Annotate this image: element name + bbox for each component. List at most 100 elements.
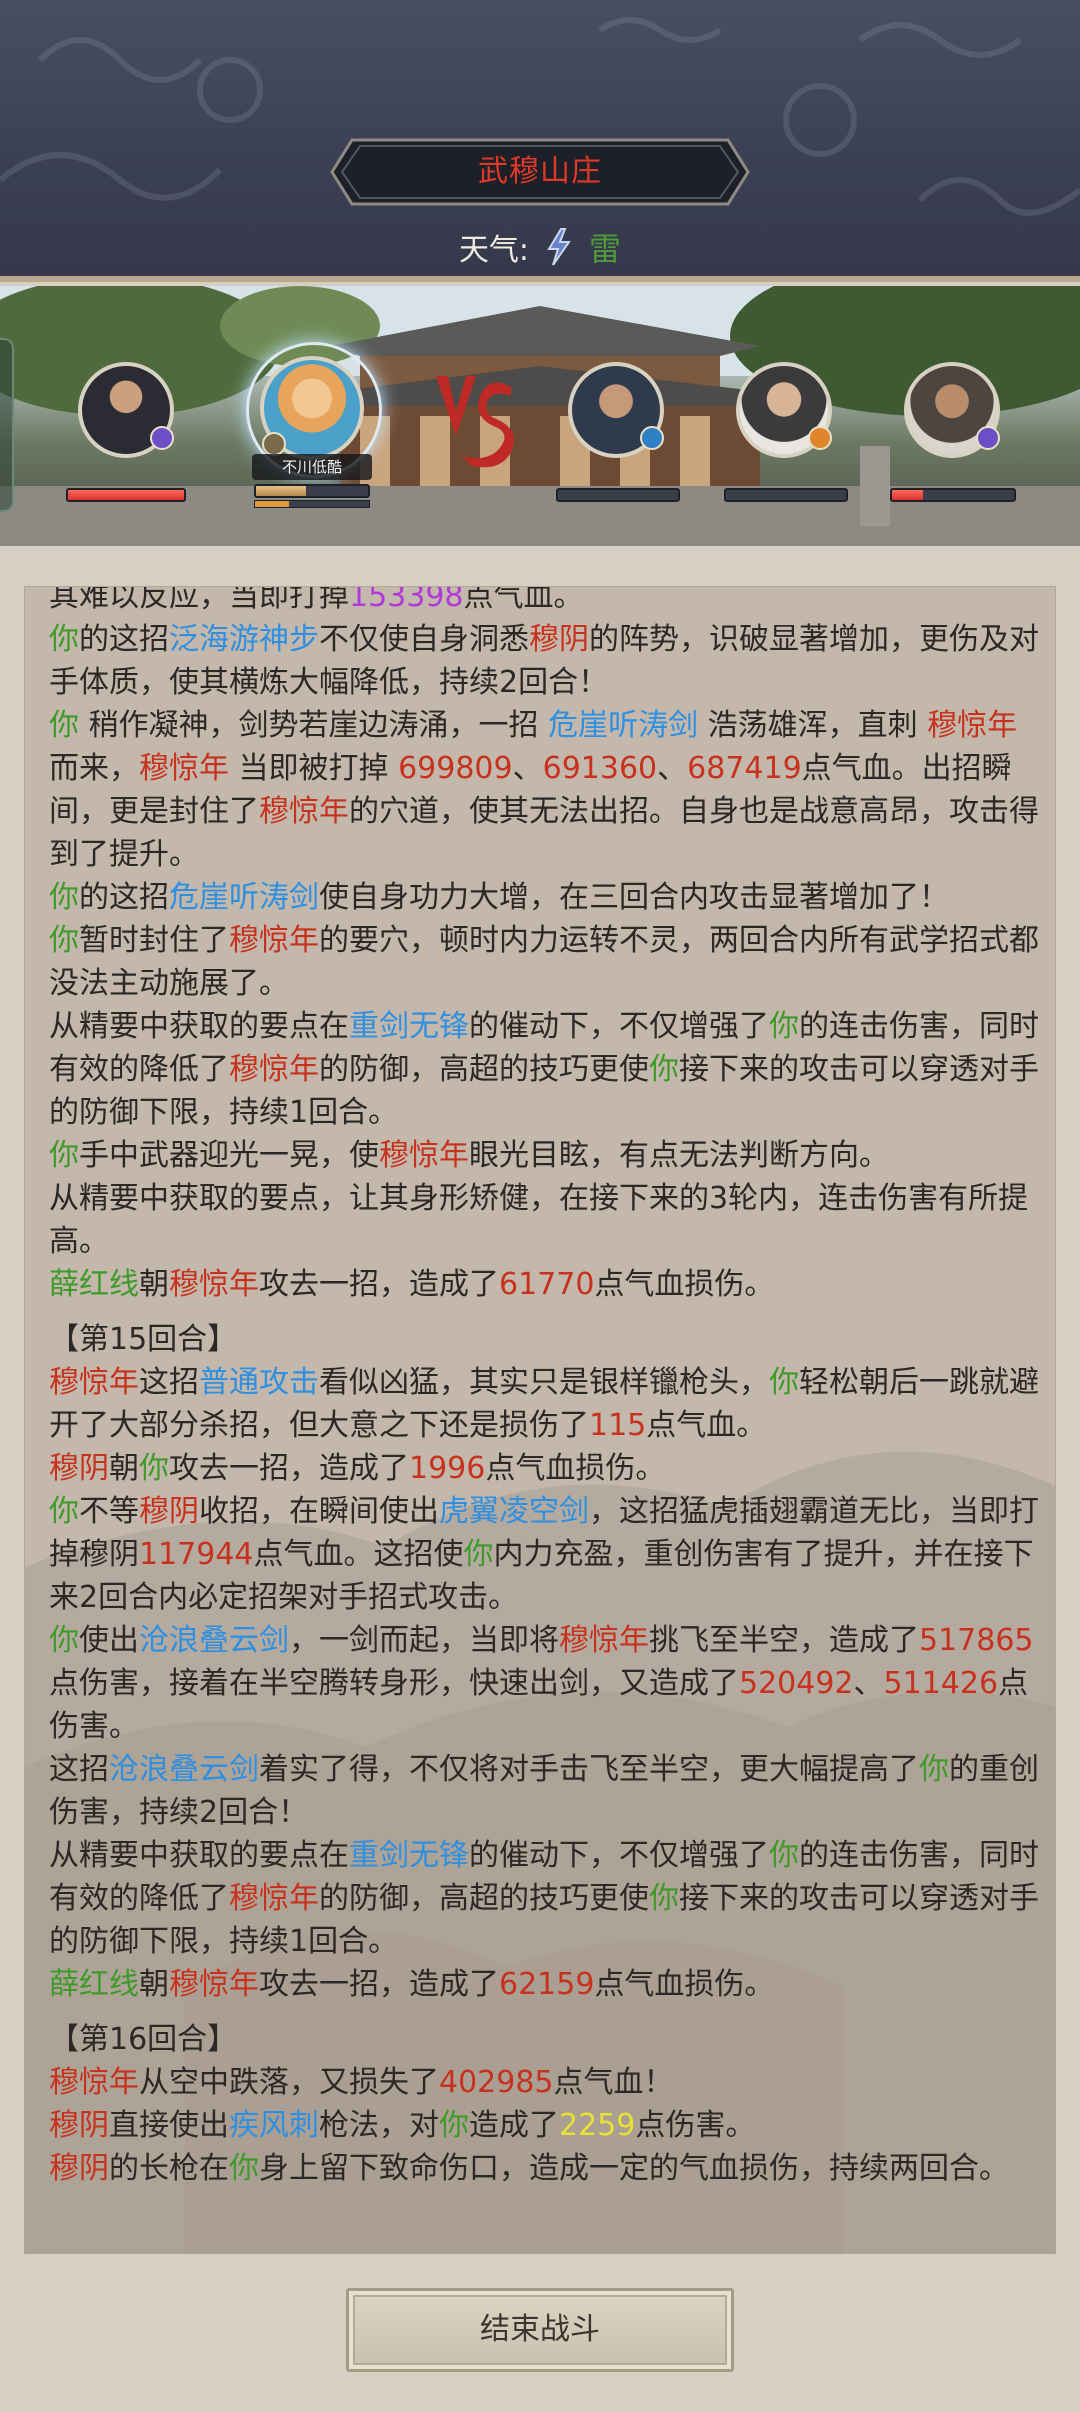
log-segment: 攻去一招，造成了 <box>169 1451 409 1486</box>
log-segment: 你 <box>49 708 79 743</box>
log-segment: 薛红线 <box>49 1267 139 1302</box>
log-segment: 这招 <box>49 1752 109 1787</box>
end-battle-button-label: 结束战斗 <box>480 2312 600 2347</box>
log-segment: 穆阴 <box>49 1451 109 1486</box>
log-segment: 沧浪叠云剑 <box>109 1752 259 1787</box>
log-entry: 从精要中获取的要点，让其身形矫健，在接下来的3轮内，连击伤害有所提高。 <box>49 1177 1039 1263</box>
log-entry: 穆阴朝你攻去一招，造成了1996点气血损伤。 <box>49 1447 1039 1490</box>
log-segment: 重剑无锋 <box>349 1009 469 1044</box>
player-hp-bar <box>254 484 370 498</box>
log-segment: 你 <box>769 1838 799 1873</box>
log-segment: 朝 <box>109 1451 139 1486</box>
log-segment: 117944 <box>139 1537 254 1572</box>
log-segment: 点气血损伤。 <box>594 1267 775 1302</box>
log-segment: 虎翼凌空剑 <box>439 1494 589 1529</box>
log-segment: 浩荡雄浑，直刺 <box>698 708 928 743</box>
log-segment: 你 <box>49 622 79 657</box>
log-segment: 不仅使自身洞悉 <box>319 622 529 657</box>
log-segment: 着实了得，不仅将对手击飞至半空，更大幅提高了 <box>259 1752 919 1787</box>
log-segment: 穆惊年 <box>559 1623 649 1658</box>
log-segment: 【第16回合】 <box>49 2022 238 2057</box>
log-entry: 薛红线朝穆惊年攻去一招，造成了61770点气血损伤。 <box>49 1263 1039 1306</box>
log-segment: 153398 <box>349 586 464 614</box>
log-segment: 疾风刺 <box>229 2108 319 2143</box>
log-segment: 、 <box>853 1666 884 1701</box>
log-segment: 从空中跌落，又损失了 <box>139 2065 439 2100</box>
log-segment: 你 <box>49 1138 79 1173</box>
log-segment: 穆阴 <box>49 2151 109 2186</box>
log-entry: 穆阴的长枪在你身上留下致命伤口，造成一定的气血损伤，持续两回合。 <box>49 2147 1039 2190</box>
log-segment: 收招，在瞬间使出 <box>199 1494 439 1529</box>
log-segment: 沧浪叠云剑 <box>139 1623 289 1658</box>
log-segment: 699809 <box>398 751 513 786</box>
log-entry: 你暂时封住了穆惊年的要穴，顿时内力运转不灵，两回合内所有武学招式都没法主动施展了… <box>49 919 1039 1005</box>
ally-1-hp-fill <box>68 490 184 500</box>
log-segment: 1996 <box>409 1451 486 1486</box>
log-segment: 点伤害。 <box>635 2108 756 2143</box>
log-segment: 你 <box>649 1052 679 1087</box>
log-entry: 薛红线朝穆惊年攻去一招，造成了62159点气血损伤。 <box>49 1963 1039 2006</box>
location-title-plate: 武穆山庄 <box>330 138 750 206</box>
log-segment: 穆惊年 <box>259 794 349 829</box>
log-entry: 你 稍作凝神，剑势若崖边涛涌，一招 危崖听涛剑 浩荡雄浑，直刺 穆惊年 而来，穆… <box>49 704 1039 876</box>
log-segment: 朝 <box>139 1267 169 1302</box>
log-segment: 你 <box>463 1537 494 1572</box>
log-segment: 你 <box>649 1881 679 1916</box>
log-segment: 691360 <box>542 751 658 786</box>
log-segment: 朝 <box>139 1967 169 2002</box>
enemy-1-class-icon <box>640 426 664 450</box>
weather-label: 天气: <box>458 233 530 268</box>
log-entry: 穆惊年这招普通攻击看似凶猛，其实只是银样镴枪头，你轻松朝后一跳就避开了大部分杀招… <box>49 1361 1039 1447</box>
log-segment: 你 <box>769 1009 799 1044</box>
log-segment: 687419 <box>687 751 802 786</box>
log-segment: 点伤害，接着在半空腾转身形，快速出剑，又造成了 <box>49 1666 739 1701</box>
log-segment: 挑飞至半空，造成了 <box>649 1623 919 1658</box>
weather-value: 雷 <box>589 230 622 268</box>
log-segment: 点气血。 <box>646 1408 767 1443</box>
log-segment: 的长枪在 <box>109 2151 229 2186</box>
log-entry: 从精要中获取的要点在重剑无锋的催动下，不仅增强了你的连击伤害，同时有效的降低了穆… <box>49 1005 1039 1134</box>
log-segment: 穆惊年 <box>229 1881 319 1916</box>
log-segment: ，一剑而起，当即将 <box>289 1623 559 1658</box>
log-entry: 穆阴直接使出疾风刺枪法，对你造成了2259点伤害。 <box>49 2104 1039 2147</box>
log-segment: 你 <box>229 2151 259 2186</box>
log-segment: 的防御，高超的技巧更使 <box>319 1052 649 1087</box>
weather-row: 天气: 雷 <box>0 222 1080 272</box>
battle-log-text: 其难以反应，当即打掉153398点气血。 你的这招泛海游神步不仅使自身洞悉穆阴的阵… <box>49 586 1039 2190</box>
log-segment: 2259 <box>559 2108 636 2143</box>
log-segment: 不等 <box>79 1494 139 1529</box>
enemy-3-hp-fill <box>892 490 923 500</box>
ally-1-class-icon <box>150 426 174 450</box>
log-segment: 你 <box>49 880 79 915</box>
log-entry: 你的这招泛海游神步不仅使自身洞悉穆阴的阵势，识破显著增加，更伤及对手体质，使其横… <box>49 618 1039 704</box>
header-divider <box>0 276 1080 282</box>
log-segment: 攻去一招，造成了 <box>259 1967 499 2002</box>
log-segment: 使自身功力大增，在三回合内攻击显著增加了！ <box>319 880 949 915</box>
side-drawer-handle[interactable] <box>0 338 14 512</box>
log-entry: 你使出沧浪叠云剑，一剑而起，当即将穆惊年挑飞至半空，造成了517865 点伤害，接… <box>49 1619 1039 1748</box>
end-battle-button[interactable]: 结束战斗 <box>346 2288 734 2372</box>
battle-log-panel[interactable]: 其难以反应，当即打掉153398点气血。 你的这招泛海游神步不仅使自身洞悉穆阴的阵… <box>24 586 1056 2254</box>
player-mp-bar <box>254 500 370 508</box>
log-segment: 62159 <box>499 1967 595 2002</box>
log-entry: 你的这招危崖听涛剑使自身功力大增，在三回合内攻击显著增加了！ <box>49 876 1039 919</box>
log-entry: 你不等穆阴收招，在瞬间使出虎翼凌空剑，这招猛虎插翅霸道无比，当即打掉穆阴1179… <box>49 1490 1039 1619</box>
log-segment: 危崖听涛剑 <box>548 708 699 743</box>
enemy-3-hp-bar <box>890 488 1016 502</box>
player-class-icon <box>262 432 286 456</box>
log-segment: 穆惊年 <box>139 751 229 786</box>
log-segment: 的这招 <box>79 880 169 915</box>
log-segment: 直接使出 <box>109 2108 229 2143</box>
log-segment: 身上留下致命伤口，造成一定的气血损伤，持续两回合。 <box>259 2151 1009 2186</box>
ally-1-hp-bar <box>66 488 186 502</box>
log-segment: 你 <box>439 2108 469 2143</box>
log-entry: 你手中武器迎光一晃，使穆惊年眼光目眩，有点无法判断方向。 <box>49 1134 1039 1177</box>
log-entry: 这招沧浪叠云剑着实了得，不仅将对手击飞至半空，更大幅提高了你的重创伤害，持续2回… <box>49 1748 1039 1834</box>
log-segment: 点气血！ <box>553 2065 674 2100</box>
log-segment: 穆惊年 <box>379 1138 469 1173</box>
log-segment: 稍作凝神，剑势若崖边涛涌，一招 <box>79 708 549 743</box>
log-segment: 薛红线 <box>49 1967 139 2002</box>
log-segment: 普通攻击 <box>199 1365 319 1400</box>
battle-banner: 不川低酷 <box>0 286 1080 546</box>
log-segment: 重剑无锋 <box>349 1838 469 1873</box>
